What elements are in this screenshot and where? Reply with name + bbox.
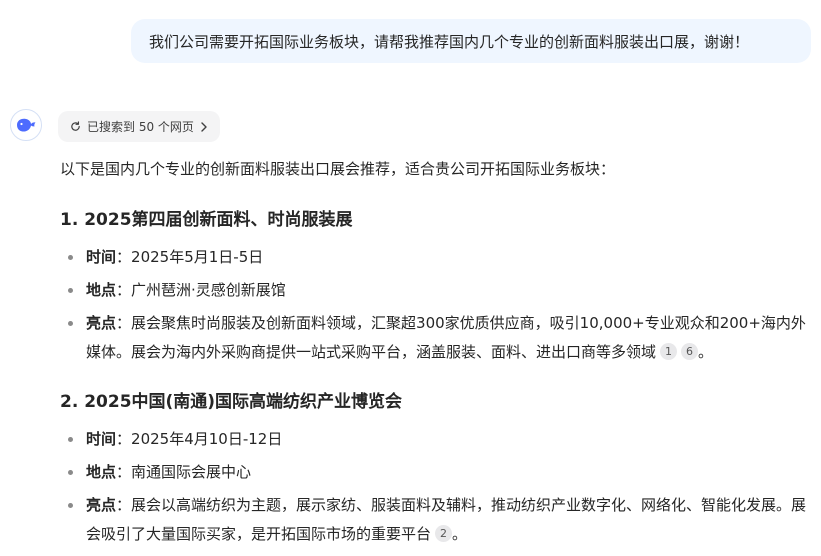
item-separator: ： (116, 496, 132, 514)
item-label: 亮点 (86, 314, 117, 332)
section-1-list: 时间：2025年5月1日-5日 地点：广州琶洲·灵感创新展馆 亮点：展会聚焦时尚… (60, 243, 810, 371)
citation-badge[interactable]: 6 (681, 343, 699, 360)
item-separator: ： (116, 314, 132, 332)
item-end: 。 (452, 525, 468, 543)
chevron-right-icon (201, 121, 207, 132)
search-chip-label: 已搜索到 50 个网页 (87, 120, 194, 134)
item-separator: ： (116, 281, 132, 299)
item-label: 地点 (86, 281, 117, 299)
response-intro: 以下是国内几个专业的创新面料服装出口展会推荐，适合贵公司开拓国际业务板块： (60, 160, 616, 178)
section-title-1: 1. 2025第四届创新面料、时尚服装展 (60, 210, 353, 230)
section-2-list: 时间：2025年4月10日-12日 地点：南通国际会展中心 亮点：展会以高端纺织… (60, 425, 810, 553)
section-title-2: 2. 2025中国(南通)国际高端纺织产业博览会 (60, 392, 403, 412)
list-item: 地点：广州琶洲·灵感创新展馆 (60, 276, 810, 305)
item-separator: ： (116, 463, 132, 481)
list-item: 亮点：展会聚焦时尚服装及创新面料领域，汇聚超300家优质供应商，吸引10,000… (60, 309, 810, 367)
user-message-text: 我们公司需要开拓国际业务板块，请帮我推荐国内几个专业的创新面料服装出口展，谢谢！ (149, 32, 750, 51)
assistant-avatar (10, 109, 42, 141)
citation-badge[interactable]: 2 (435, 525, 453, 542)
item-label: 亮点 (86, 496, 117, 514)
item-label: 时间 (86, 248, 117, 266)
user-message-bubble: 我们公司需要开拓国际业务板块，请帮我推荐国内几个专业的创新面料服装出口展，谢谢！ (131, 19, 811, 63)
item-label: 时间 (86, 430, 117, 448)
item-separator: ： (116, 248, 132, 266)
list-item: 亮点：展会以高端纺织为主题，展示家纺、服装面料及辅料，推动纺织产业数字化、网络化… (60, 491, 810, 549)
refresh-search-icon (71, 121, 80, 131)
search-results-chip[interactable]: 已搜索到 50 个网页 (58, 111, 220, 142)
citation-badge[interactable]: 1 (660, 343, 678, 360)
list-item: 时间：2025年4月10日-12日 (60, 425, 810, 454)
list-item: 时间：2025年5月1日-5日 (60, 243, 810, 272)
item-label: 地点 (86, 463, 117, 481)
list-item: 地点：南通国际会展中心 (60, 458, 810, 487)
whale-logo-icon (17, 118, 36, 132)
item-separator: ： (116, 430, 132, 448)
item-text: 2025年5月1日-5日 (131, 248, 264, 266)
item-text: 南通国际会展中心 (131, 463, 252, 481)
item-text: 广州琶洲·灵感创新展馆 (131, 281, 286, 299)
item-text: 2025年4月10日-12日 (131, 430, 283, 448)
item-end: 。 (698, 343, 714, 361)
